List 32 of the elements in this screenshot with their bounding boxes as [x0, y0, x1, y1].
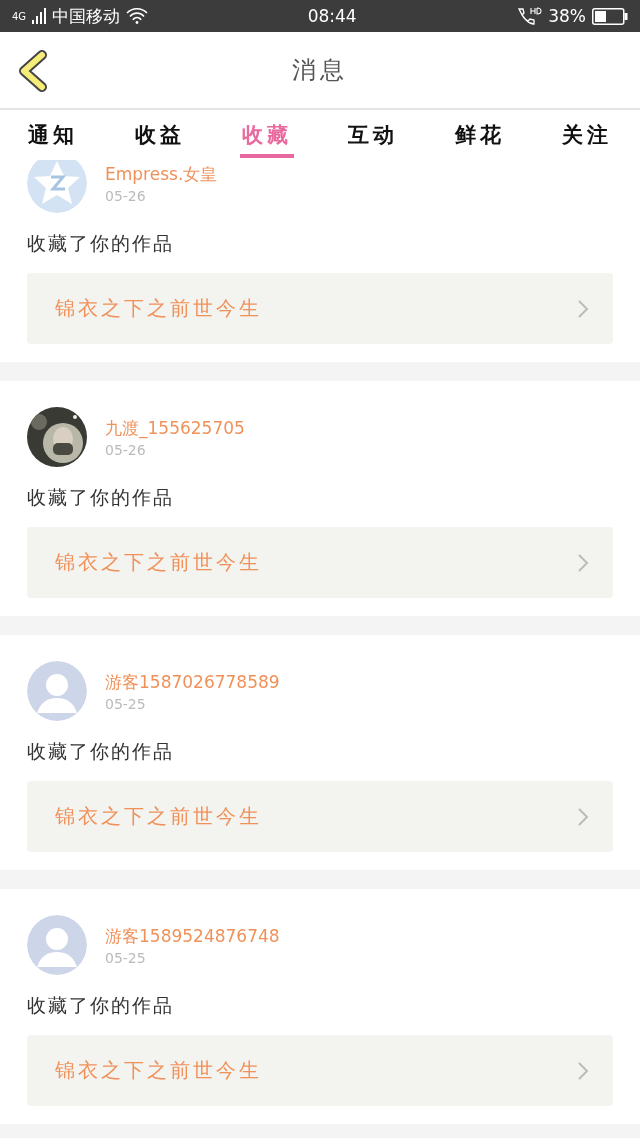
user-name: 游客1587026778589: [105, 670, 280, 694]
battery-label: 38%: [548, 6, 586, 26]
message-text: 收藏了你的作品: [27, 485, 175, 510]
avatar-icon: [27, 661, 87, 721]
avatar-icon: [27, 915, 87, 975]
tab[interactable]: 收益: [132, 110, 187, 158]
clock-label: 08:44: [307, 6, 357, 26]
message-date: 05-26: [105, 187, 147, 204]
chevron-icon: [577, 298, 589, 319]
message-date: 05-25: [105, 695, 147, 712]
signal-icon: [32, 8, 47, 24]
message-date: 05-26: [105, 441, 147, 458]
chevron-icon: [577, 552, 589, 573]
message-text: 收藏了你的作品: [27, 993, 175, 1018]
network-label: 4G: [12, 10, 27, 22]
battery-icon: [592, 7, 628, 25]
chevron-icon: [577, 806, 589, 827]
tab[interactable]: 鲜花: [453, 110, 508, 158]
tab[interactable]: 关注: [560, 110, 614, 158]
carrier-label: 中国移动: [52, 4, 121, 28]
tab[interactable]: 互动: [346, 110, 401, 158]
message-text: 收藏了你的作品: [27, 231, 175, 256]
tab[interactable]: 通知: [26, 110, 80, 158]
user-name: 游客1589524876748: [105, 924, 280, 948]
user-name: 九渡_155625705: [105, 416, 245, 440]
wifi-icon: [126, 8, 149, 24]
message-date: 05-25: [105, 949, 147, 966]
message-text: 收藏了你的作品: [27, 739, 175, 764]
phone-hd-icon: [516, 7, 543, 25]
user-name: Empress.女皇: [105, 162, 218, 186]
chevron-icon: [577, 1060, 589, 1081]
page-title: 消息: [292, 55, 348, 86]
